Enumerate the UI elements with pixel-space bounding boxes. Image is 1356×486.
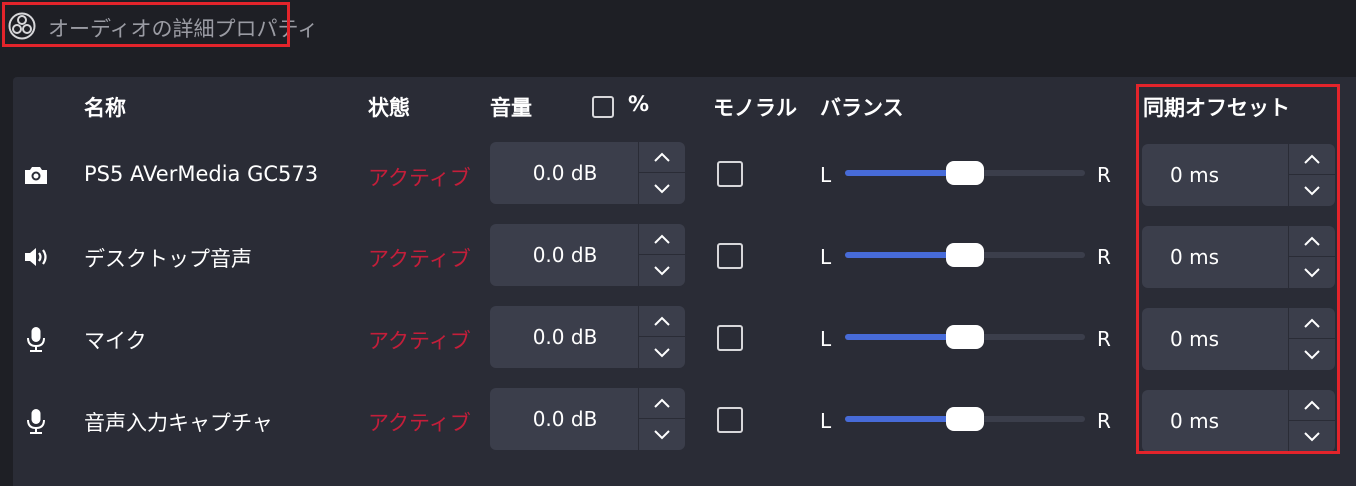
title-bar: オーディオの詳細プロパティ bbox=[0, 0, 1356, 60]
chevron-down-icon[interactable] bbox=[639, 337, 685, 368]
balance-slider-handle[interactable] bbox=[946, 407, 984, 431]
camera-icon bbox=[22, 161, 50, 189]
header-status: 状態 bbox=[368, 96, 410, 120]
volume-spinbox[interactable]: 0.0 dB bbox=[490, 388, 685, 450]
header-name: 名称 bbox=[84, 96, 126, 120]
balance-slider[interactable] bbox=[845, 161, 1085, 185]
row-status: アクティブ bbox=[368, 329, 471, 353]
speaker-icon bbox=[22, 243, 50, 271]
balance-right-label: R bbox=[1097, 327, 1111, 351]
volume-spin-buttons bbox=[638, 224, 685, 286]
balance-right-label: R bbox=[1097, 245, 1111, 269]
volume-spin-buttons bbox=[638, 388, 685, 450]
microphone-icon bbox=[22, 325, 50, 353]
volume-spin-buttons bbox=[638, 142, 685, 204]
mono-checkbox[interactable] bbox=[717, 243, 743, 269]
balance-left-label: L bbox=[820, 245, 832, 269]
mono-checkbox[interactable] bbox=[717, 325, 743, 351]
chevron-down-icon[interactable] bbox=[639, 255, 685, 286]
row-status: アクティブ bbox=[368, 166, 471, 190]
sync-offset-highlight-box bbox=[1136, 84, 1340, 454]
header-mono: モノラル bbox=[713, 96, 797, 120]
title-highlight-box bbox=[2, 2, 290, 47]
volume-spinbox[interactable]: 0.0 dB bbox=[490, 224, 685, 286]
volume-spinbox[interactable]: 0.0 dB bbox=[490, 142, 685, 204]
chevron-up-icon[interactable] bbox=[639, 306, 685, 337]
mono-checkbox[interactable] bbox=[717, 407, 743, 433]
mono-checkbox[interactable] bbox=[717, 161, 743, 187]
balance-slider[interactable] bbox=[845, 325, 1085, 349]
balance-slider-handle[interactable] bbox=[946, 243, 984, 267]
percent-checkbox[interactable] bbox=[592, 96, 614, 118]
header-percent: % bbox=[628, 92, 650, 116]
balance-slider-handle[interactable] bbox=[946, 161, 984, 185]
volume-spin-buttons bbox=[638, 306, 685, 368]
chevron-up-icon[interactable] bbox=[639, 224, 685, 255]
header-volume: 音量 bbox=[490, 96, 532, 120]
chevron-down-icon[interactable] bbox=[639, 419, 685, 450]
balance-slider[interactable] bbox=[845, 407, 1085, 431]
balance-slider[interactable] bbox=[845, 243, 1085, 267]
header-balance: バランス bbox=[820, 96, 904, 120]
balance-slider-handle[interactable] bbox=[946, 325, 984, 349]
volume-value[interactable]: 0.0 dB bbox=[490, 224, 640, 286]
chevron-up-icon[interactable] bbox=[639, 142, 685, 173]
row-status: アクティブ bbox=[368, 411, 471, 435]
volume-value[interactable]: 0.0 dB bbox=[490, 388, 640, 450]
balance-left-label: L bbox=[820, 409, 832, 433]
balance-right-label: R bbox=[1097, 163, 1111, 187]
row-status: アクティブ bbox=[368, 247, 471, 271]
row-name: マイク bbox=[84, 329, 147, 353]
row-name: デスクトップ音声 bbox=[84, 247, 252, 271]
balance-left-label: L bbox=[820, 163, 832, 187]
balance-right-label: R bbox=[1097, 409, 1111, 433]
balance-left-label: L bbox=[820, 327, 832, 351]
microphone-icon bbox=[22, 407, 50, 435]
chevron-up-icon[interactable] bbox=[639, 388, 685, 419]
volume-value[interactable]: 0.0 dB bbox=[490, 306, 640, 368]
volume-spinbox[interactable]: 0.0 dB bbox=[490, 306, 685, 368]
chevron-down-icon[interactable] bbox=[639, 173, 685, 204]
row-name: 音声入力キャプチャ bbox=[84, 411, 273, 435]
row-name: PS5 AVerMedia GC573 bbox=[84, 162, 319, 186]
volume-value[interactable]: 0.0 dB bbox=[490, 142, 640, 204]
